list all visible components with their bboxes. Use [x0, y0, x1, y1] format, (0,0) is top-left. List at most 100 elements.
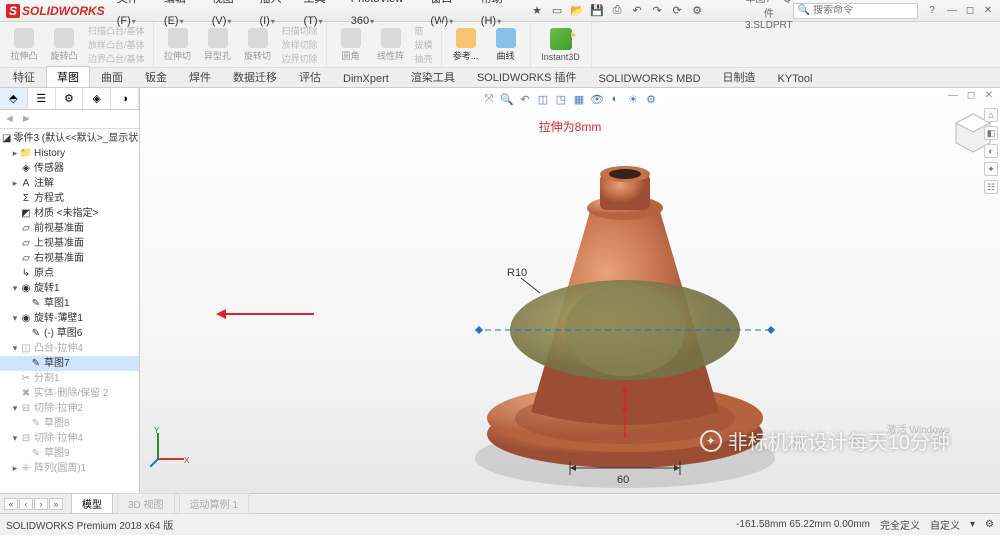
rebuild-icon[interactable]: ⟳ — [669, 3, 685, 19]
expand-icon[interactable]: ▸ — [10, 147, 20, 160]
new-icon[interactable]: ▭ — [549, 3, 565, 19]
feature-tree-tab[interactable]: ⬘ — [0, 88, 28, 109]
tree-row[interactable]: ✎草图1 — [0, 296, 139, 311]
tab-evaluate[interactable]: 评估 — [288, 66, 332, 87]
tree-row[interactable]: Σ方程式 — [0, 191, 139, 206]
tab-render[interactable]: 渲染工具 — [400, 66, 466, 87]
tab-addins[interactable]: SOLIDWORKS 插件 — [466, 66, 588, 87]
instant3d-button[interactable]: Instant3D — [535, 28, 587, 62]
fillet-button[interactable]: 圆角 — [331, 24, 371, 66]
extruded-cut-button[interactable]: 拉伸切 — [158, 24, 198, 66]
swept-boss-label[interactable]: 扫描凸台/基体 — [84, 24, 149, 38]
view-orient-icon[interactable]: ◳ — [554, 92, 568, 106]
expand-icon[interactable]: ▾ — [10, 402, 20, 415]
tree-row[interactable]: ✎草图7 — [0, 356, 139, 371]
tab-dimxpert[interactable]: DimXpert — [332, 70, 400, 87]
graphics-viewport[interactable]: ⤧ 🔍 ↶ ◫ ◳ ▦ 👁 ◐ ☀ ⚙ — ◻ ✕ 拉伸为8mm — [140, 88, 1000, 493]
tree-row[interactable]: ▸📁History — [0, 146, 139, 161]
tab-manufacture[interactable]: 日制造 — [712, 66, 767, 87]
tab-sheetmetal[interactable]: 钣金 — [134, 66, 178, 87]
doc-restore[interactable]: ◻ — [964, 90, 978, 101]
tree-row[interactable]: ▾⊟切除-拉伸4 — [0, 431, 139, 446]
property-tab[interactable]: ☰ — [28, 88, 56, 109]
save-icon[interactable]: 💾 — [589, 3, 605, 19]
shell-label[interactable]: 抽壳 — [411, 52, 437, 66]
tree-row[interactable]: ✂分割1 — [0, 371, 139, 386]
tab-last-icon[interactable]: » — [49, 498, 63, 510]
nav-fwd-icon[interactable]: ► — [21, 113, 32, 125]
loft-boss-label[interactable]: 放样凸台/基体 — [84, 38, 149, 52]
tab-surfaces[interactable]: 曲面 — [90, 66, 134, 87]
extruded-boss-button[interactable]: 拉伸凸 — [4, 24, 44, 66]
taskpane-custom-icon[interactable]: ✦ — [984, 162, 998, 176]
revolved-cut-button[interactable]: 旋转切 — [238, 24, 278, 66]
tab-prev-icon[interactable]: ‹ — [19, 498, 33, 510]
minimize-button[interactable]: — — [944, 5, 960, 16]
taskpane-appearance-icon[interactable]: ◐ — [984, 144, 998, 158]
doc-minimize[interactable]: — — [946, 90, 960, 101]
tree-root[interactable]: ◪ 零件3 (默认<<默认>_显示状态 — [0, 131, 139, 146]
taskpane-forum-icon[interactable]: ☷ — [984, 180, 998, 194]
nav-back-icon[interactable]: ◄ — [4, 113, 15, 125]
tab-motion[interactable]: 运动算例 1 — [179, 493, 249, 514]
open-icon[interactable]: 📂 — [569, 3, 585, 19]
hide-show-icon[interactable]: 👁 — [590, 92, 604, 106]
expand-icon[interactable]: ▾ — [10, 312, 20, 325]
dimxpert-tab[interactable]: ◈ — [83, 88, 111, 109]
expand-icon[interactable]: ▾ — [10, 432, 20, 445]
tree-row[interactable]: ▾◫凸台-拉伸4 — [0, 341, 139, 356]
section-icon[interactable]: ◫ — [536, 92, 550, 106]
tree-row[interactable]: ✎(-) 草图6 — [0, 326, 139, 341]
loft-cut-label[interactable]: 放样切除 — [278, 38, 322, 52]
help-button[interactable]: ? — [924, 5, 940, 16]
tab-weldments[interactable]: 焊件 — [178, 66, 222, 87]
boundary-boss-label[interactable]: 边界凸台/基体 — [84, 52, 149, 66]
maximize-button[interactable]: ◻ — [962, 5, 978, 16]
tree-row[interactable]: ◈传感器 — [0, 161, 139, 176]
options-icon[interactable]: ⚙ — [689, 3, 705, 19]
tree-row[interactable]: ▱右视基准面 — [0, 251, 139, 266]
expand-icon[interactable]: ▸ — [10, 177, 20, 190]
rib-label[interactable]: 筋 — [411, 24, 437, 38]
search-command[interactable]: 🔍 — [793, 3, 918, 19]
tab-first-icon[interactable]: « — [4, 498, 18, 510]
zoom-area-icon[interactable]: 🔍 — [500, 92, 514, 106]
print-icon[interactable]: ⎙ — [609, 3, 625, 19]
linear-pattern-button[interactable]: 线性阵 — [371, 24, 411, 66]
redo-icon[interactable]: ↷ — [649, 3, 665, 19]
tree-row[interactable]: ▾◉旋转-薄壁1 — [0, 311, 139, 326]
prev-view-icon[interactable]: ↶ — [518, 92, 532, 106]
scene-icon[interactable]: ☀ — [626, 92, 640, 106]
tree-row[interactable]: ✎草图9 — [0, 446, 139, 461]
boundary-cut-label[interactable]: 边界切除 — [278, 52, 322, 66]
reference-geom-button[interactable]: 参考... — [446, 28, 486, 62]
status-chevron-icon[interactable]: ▾ — [970, 519, 975, 530]
tree-row[interactable]: ✖实体-删除/保留 2 — [0, 386, 139, 401]
tree-row[interactable]: ▱前视基准面 — [0, 221, 139, 236]
tree-row[interactable]: ▸A注解 — [0, 176, 139, 191]
expand-icon[interactable]: ▸ — [10, 462, 20, 475]
revolved-boss-button[interactable]: 旋转凸 — [44, 24, 84, 66]
taskpane-design-icon[interactable]: ◧ — [984, 126, 998, 140]
tab-3dview[interactable]: 3D 视图 — [117, 493, 175, 514]
close-button[interactable]: ✕ — [980, 5, 996, 16]
display-tab[interactable]: ◑ — [111, 88, 139, 109]
undo-icon[interactable]: ↶ — [629, 3, 645, 19]
tab-data-migration[interactable]: 数据迁移 — [222, 66, 288, 87]
tab-mbd[interactable]: SOLIDWORKS MBD — [587, 70, 711, 87]
swept-cut-label[interactable]: 扫描切除 — [278, 24, 322, 38]
appearance-icon[interactable]: ◐ — [608, 92, 622, 106]
tab-sketch[interactable]: 草图 — [46, 66, 90, 87]
config-tab[interactable]: ⚙ — [56, 88, 84, 109]
tree-row[interactable]: ▸⁜阵列(圆周)1 — [0, 461, 139, 476]
tree-row[interactable]: ▱上视基准面 — [0, 236, 139, 251]
star-icon[interactable]: ★ — [529, 3, 545, 19]
curves-button[interactable]: 曲线 — [486, 28, 526, 62]
feature-tree[interactable]: ◪ 零件3 (默认<<默认>_显示状态 ▸📁History◈传感器▸A注解Σ方程… — [0, 129, 139, 493]
tree-row[interactable]: ↳原点 — [0, 266, 139, 281]
tree-row[interactable]: ▾⊟切除-拉伸2 — [0, 401, 139, 416]
tab-features[interactable]: 特征 — [2, 66, 46, 87]
tab-model[interactable]: 模型 — [71, 493, 113, 514]
tree-row[interactable]: ▾◉旋转1 — [0, 281, 139, 296]
search-input[interactable] — [813, 5, 913, 16]
